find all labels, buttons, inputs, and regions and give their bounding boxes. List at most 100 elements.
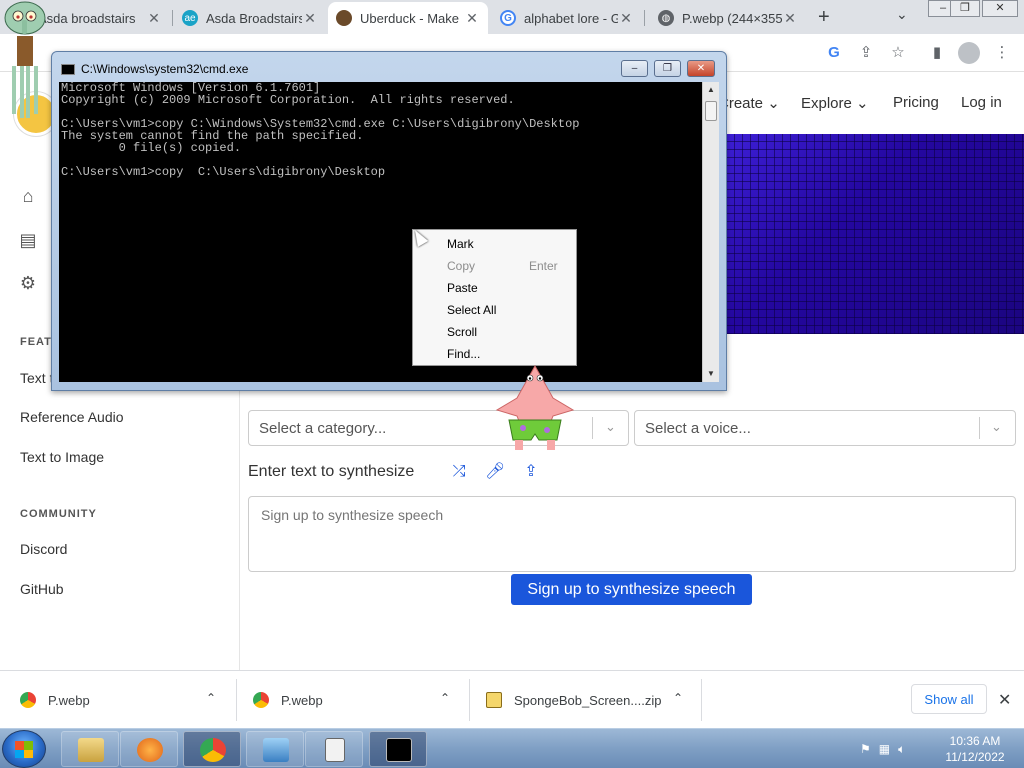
enter-text-label: Enter text to synthesize — [248, 463, 415, 480]
menu-item-find[interactable]: Find... — [447, 347, 480, 361]
document-icon — [325, 738, 345, 762]
tab-title: alphabet lore - Go — [524, 10, 618, 26]
menu-kebab-icon[interactable]: ⋮ — [992, 43, 1012, 63]
close-downloads-icon[interactable]: ✕ — [998, 690, 1011, 710]
taskbar-explorer[interactable] — [61, 731, 119, 767]
tab-uberduck[interactable]: Uberduck - Make ✕ — [328, 2, 488, 34]
tab-asda-broadstairs-search[interactable]: Asda broadstairs ✕ — [30, 2, 170, 34]
taskbar-document[interactable] — [305, 731, 363, 767]
home-icon[interactable]: ⌂ — [18, 186, 38, 206]
tab-search-dropdown-icon[interactable]: ⌄ — [896, 6, 908, 23]
maximize-button[interactable]: ❐ — [950, 0, 980, 17]
tab-separator — [172, 10, 173, 26]
tab-title: Uberduck - Make — [360, 10, 459, 26]
cmd-console[interactable]: Microsoft Windows [Version 6.1.7601] Cop… — [59, 82, 702, 382]
taskbar-chrome[interactable] — [183, 731, 241, 767]
tab-separator — [644, 10, 645, 26]
copy-shortcut: Enter — [529, 259, 558, 273]
nav-create[interactable]: Create ⌄ — [718, 94, 780, 112]
divider — [236, 679, 237, 721]
cmd-close-button[interactable]: ✕ — [687, 60, 715, 77]
scroll-thumb[interactable] — [705, 101, 717, 121]
action-center-icon[interactable]: ⚑ — [860, 742, 871, 756]
uberduck-icon — [336, 10, 352, 26]
profile-avatar[interactable] — [958, 42, 980, 64]
scroll-up-icon[interactable]: ▲ — [703, 82, 719, 98]
side-panel-icon[interactable]: ▮ — [927, 43, 947, 63]
downloads-bar: P.webp ⌃ P.webp ⌃ SpongeBob_Screen....zi… — [0, 670, 1024, 728]
cmd-minimize-button[interactable]: – — [621, 60, 648, 77]
download-item[interactable]: P.webp — [253, 671, 323, 729]
nav-login[interactable]: Log in — [961, 94, 1002, 111]
system-tray: ⚑ ▦ 🔈︎ — [860, 735, 905, 763]
share-icon[interactable]: ⇪ — [856, 43, 876, 63]
download-item[interactable]: SpongeBob_Screen....zip — [486, 671, 661, 729]
squidward-sticker — [4, 1, 46, 118]
chevron-up-icon[interactable]: ⌃ — [206, 691, 216, 705]
browser-tab-strip: Asda broadstairs ✕ ae Asda Broadstairs ✕… — [0, 0, 1024, 34]
sidebar-item-reference-audio[interactable]: Reference Audio — [20, 409, 124, 425]
close-icon[interactable]: ✕ — [146, 10, 162, 27]
nav-explore-label: Explore — [801, 95, 852, 112]
cmd-icon — [386, 738, 412, 762]
close-icon[interactable]: ✕ — [464, 10, 480, 27]
menu-item-copy[interactable]: Copy — [447, 259, 475, 273]
chevron-up-icon[interactable]: ⌃ — [673, 691, 683, 705]
globe-icon: ◍ — [658, 10, 674, 26]
menu-item-select-all[interactable]: Select All — [447, 303, 496, 317]
download-filename: P.webp — [48, 692, 90, 708]
control-panel-icon — [263, 738, 289, 762]
nav-pricing[interactable]: Pricing — [893, 94, 939, 111]
clock-date: 11/12/2022 — [945, 750, 1005, 764]
menu-item-paste[interactable]: Paste — [447, 281, 478, 295]
media-player-icon — [137, 738, 163, 762]
sidebar-item-text-to-image[interactable]: Text to Image — [20, 449, 104, 465]
nav-explore[interactable]: Explore ⌄ — [801, 94, 869, 112]
sidebar-item-github[interactable]: GitHub — [20, 581, 64, 597]
zip-icon — [486, 692, 502, 708]
cmd-window[interactable]: C:\Windows\system32\cmd.exe – ❐ ✕ Micros… — [51, 51, 727, 391]
tab-title: P.webp (244×355) — [682, 10, 782, 26]
settings-gear-icon[interactable]: ⚙ — [18, 273, 38, 293]
cmd-titlebar[interactable]: C:\Windows\system32\cmd.exe – ❐ ✕ — [52, 52, 726, 82]
start-button[interactable] — [2, 730, 46, 768]
close-window-button[interactable]: ✕ — [982, 0, 1018, 17]
close-icon[interactable]: ✕ — [302, 10, 318, 27]
download-filename: P.webp — [281, 692, 323, 708]
synthesize-button[interactable]: Sign up to synthesize speech — [511, 574, 752, 605]
cmd-icon — [61, 64, 75, 75]
cmd-maximize-button[interactable]: ❐ — [654, 60, 681, 77]
close-icon[interactable]: ✕ — [618, 10, 634, 27]
microphone-icon[interactable]: 🎤︎ — [485, 462, 505, 482]
close-icon[interactable]: ✕ — [782, 10, 798, 27]
shuffle-icon[interactable]: ⤮ — [449, 462, 469, 482]
tab-alphabet-lore[interactable]: G alphabet lore - Go ✕ — [492, 2, 642, 34]
menu-item-scroll[interactable]: Scroll — [447, 325, 477, 339]
volume-icon[interactable]: 🔈︎ — [898, 742, 905, 757]
menu-item-mark[interactable]: Mark — [447, 237, 474, 251]
windows-logo-icon — [15, 741, 33, 758]
google-lens-icon[interactable]: G — [824, 43, 844, 63]
tab-asda-broadstairs[interactable]: ae Asda Broadstairs ✕ — [174, 2, 326, 34]
voice-select[interactable]: Select a voice... ⌄ — [634, 410, 1016, 446]
taskbar-clock[interactable]: 10:36 AM 11/12/2022 — [940, 733, 1010, 765]
taskbar-media-player[interactable] — [120, 731, 178, 767]
bookmark-star-icon[interactable]: ☆ — [888, 43, 908, 63]
show-all-downloads-button[interactable]: Show all — [911, 684, 987, 714]
new-tab-button[interactable]: + — [818, 6, 830, 29]
network-icon[interactable]: ▦ — [879, 742, 890, 756]
hero-pixel-banner — [726, 134, 1024, 334]
cmd-scrollbar[interactable]: ▲ ▼ — [702, 82, 719, 382]
synthesis-text-input[interactable] — [248, 496, 1016, 572]
scroll-down-icon[interactable]: ▼ — [703, 366, 719, 382]
sidebar-item-discord[interactable]: Discord — [20, 541, 67, 557]
chevron-up-icon[interactable]: ⌃ — [440, 691, 450, 705]
download-item[interactable]: P.webp — [20, 671, 90, 729]
upload-icon[interactable]: ⇪ — [521, 462, 541, 482]
taskbar-cmd[interactable] — [369, 731, 427, 767]
tab-title: Asda broadstairs — [38, 10, 136, 26]
tab-p-webp[interactable]: ◍ P.webp (244×355) ✕ — [650, 2, 806, 34]
category-placeholder: Select a category... — [259, 420, 387, 437]
library-icon[interactable]: ▤ — [18, 230, 38, 250]
taskbar-control-panel[interactable] — [246, 731, 304, 767]
